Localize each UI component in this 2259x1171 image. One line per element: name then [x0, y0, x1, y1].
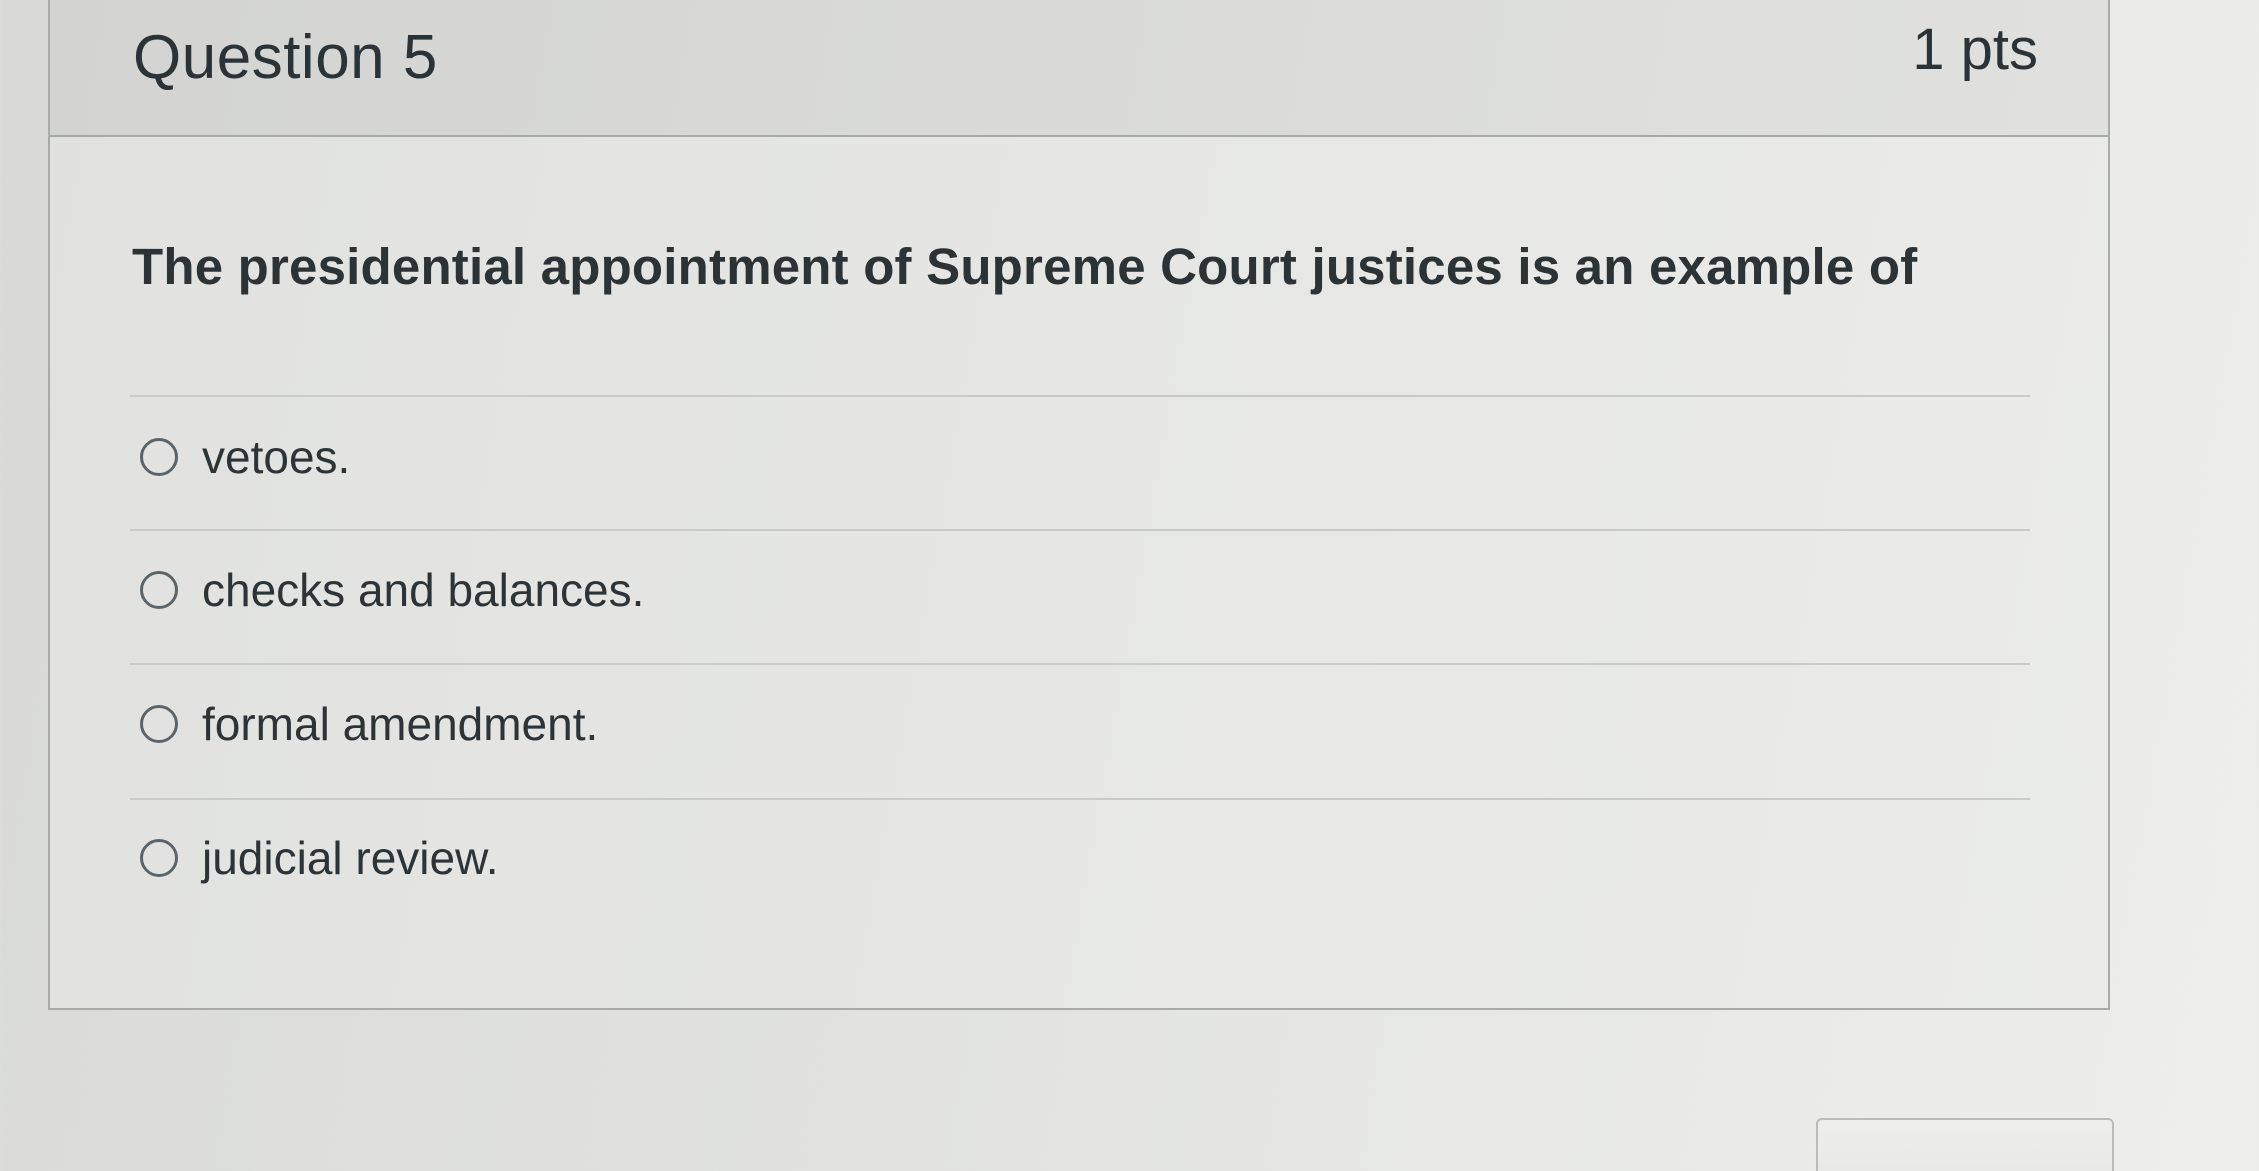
answer-divider [130, 395, 2030, 397]
answer-label: checks and balances. [202, 564, 645, 616]
answer-divider [130, 663, 2030, 665]
question-card: Question 5 1 pts The presidential appoin… [48, 0, 2110, 1010]
answer-option-checks-and-balances[interactable]: checks and balances. [140, 555, 644, 625]
question-title: Question 5 [133, 23, 438, 92]
answer-option-vetoes[interactable]: vetoes. [140, 422, 350, 492]
answer-option-judicial-review[interactable]: judicial review. [140, 823, 499, 893]
radio-unchecked-icon[interactable] [140, 839, 178, 877]
answer-option-formal-amendment[interactable]: formal amendment. [140, 689, 598, 759]
answer-divider [130, 529, 2030, 531]
radio-unchecked-icon[interactable] [140, 571, 178, 609]
question-text: The presidential appointment of Supreme … [132, 238, 1918, 295]
question-points: 1 pts [1912, 17, 2038, 82]
next-button[interactable] [1816, 1118, 2114, 1171]
radio-unchecked-icon[interactable] [140, 705, 178, 743]
answer-label: vetoes. [202, 431, 351, 483]
radio-unchecked-icon[interactable] [140, 438, 178, 476]
question-header: Question 5 1 pts [50, 0, 2108, 137]
answer-label: judicial review. [202, 832, 499, 884]
answer-divider [130, 798, 2030, 800]
answer-label: formal amendment. [202, 698, 599, 750]
